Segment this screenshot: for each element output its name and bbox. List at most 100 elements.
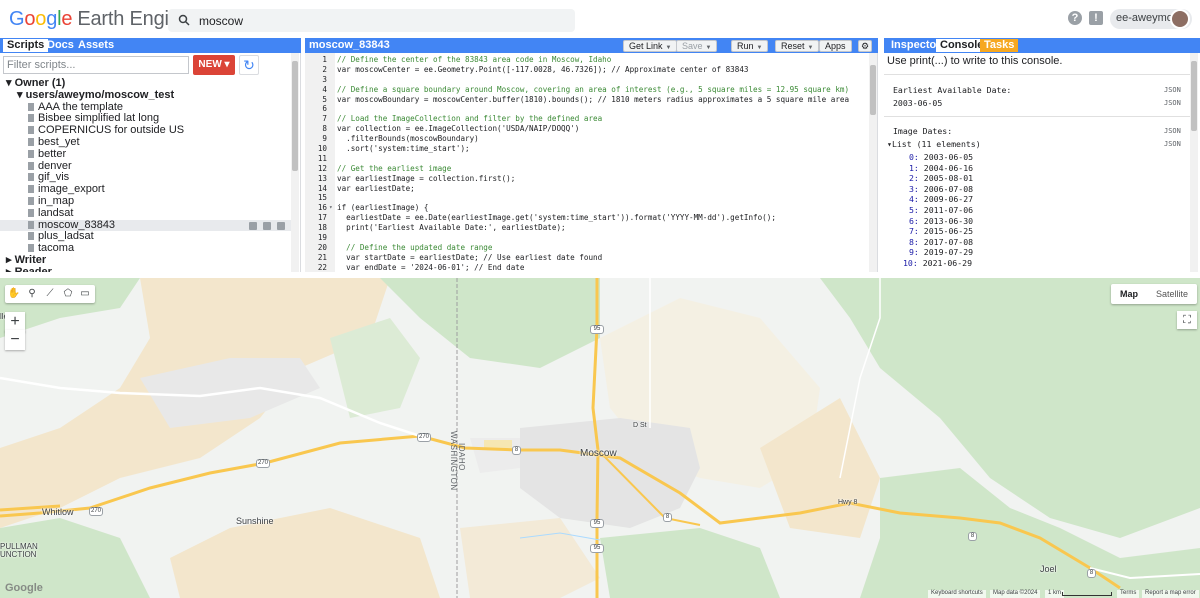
history-icon[interactable] bbox=[249, 221, 257, 230]
code-line[interactable]: 4 // Define a square boundary around Mosc… bbox=[322, 85, 867, 95]
code-line[interactable]: 22 var endDate = '2024-06-01'; // End da… bbox=[318, 263, 867, 272]
code-text: var collection = ee.ImageCollection('USD… bbox=[337, 124, 580, 134]
refresh-icon[interactable]: ↻ bbox=[239, 55, 259, 75]
code-line[interactable]: 18 print('Earliest Available Date:', ear… bbox=[318, 223, 867, 233]
save-label: Save bbox=[682, 41, 703, 51]
filter-scripts-input[interactable]: Filter scripts... bbox=[3, 56, 189, 74]
tree-item-text: plus_ladsat bbox=[38, 230, 94, 243]
code-line[interactable]: 5 var moscowBoundary = moscowCenter.buffe… bbox=[322, 95, 867, 105]
list-date-value: 2009-06-27 bbox=[923, 194, 974, 205]
caret-right-icon[interactable]: ▸ bbox=[6, 266, 15, 272]
code-line[interactable]: 16 ▾ if (earliestImage) { bbox=[318, 203, 867, 213]
marker-icon[interactable]: ⚲ bbox=[25, 287, 39, 301]
caret-down-icon[interactable]: ▾ bbox=[6, 77, 15, 89]
editor-scrollbar[interactable] bbox=[869, 53, 877, 272]
json-toggle[interactable]: JSON bbox=[1164, 99, 1181, 107]
pan-hand-icon[interactable]: ✋ bbox=[7, 287, 21, 301]
code-line[interactable]: 21 var startDate = earliestDate; // Use … bbox=[318, 252, 867, 263]
code-line[interactable]: 6 bbox=[322, 104, 867, 114]
code-editor[interactable]: 1 // Define the center of the 83843 area … bbox=[305, 53, 878, 272]
fullscreen-icon[interactable]: ⛶ bbox=[1177, 311, 1197, 329]
list-date-value: 2013-06-30 bbox=[923, 215, 974, 226]
scrollbar-thumb[interactable] bbox=[292, 61, 298, 171]
rectangle-icon[interactable]: ▭ bbox=[78, 287, 92, 301]
chevron-down-icon[interactable]: ▼ bbox=[706, 45, 712, 51]
code-line[interactable]: 12 // Get the earliest image bbox=[318, 164, 867, 174]
new-button[interactable]: NEW ▾ bbox=[193, 55, 235, 75]
tab-docs[interactable]: Docs bbox=[43, 39, 78, 52]
code-text: print('Earliest Available Date:', earlie… bbox=[337, 223, 566, 233]
map-type-control: Map Satellite bbox=[1111, 284, 1197, 304]
gear-icon[interactable]: ⚙ bbox=[858, 40, 873, 52]
earth-engine-logo[interactable]: Google Earth Engine bbox=[9, 8, 191, 31]
json-toggle[interactable]: JSON bbox=[1164, 86, 1181, 94]
app-header: GoogleEarth Engine ? ! ee-aweymoui bbox=[0, 0, 1200, 38]
save-button[interactable]: Save ▼ bbox=[676, 40, 718, 52]
terms-link[interactable]: Terms bbox=[1117, 590, 1140, 598]
help-icon[interactable]: ? bbox=[1068, 11, 1082, 25]
satellite-button[interactable]: Satellite bbox=[1147, 284, 1197, 304]
caret-right-icon[interactable]: ▸ bbox=[6, 254, 15, 266]
apps-button[interactable]: Apps bbox=[819, 40, 852, 52]
chevron-down-icon[interactable]: ▼ bbox=[666, 45, 672, 51]
code-text: // Define the updated date range bbox=[337, 242, 493, 252]
chevron-down-icon[interactable]: ▼ bbox=[757, 45, 763, 51]
json-toggle[interactable]: JSON bbox=[1164, 140, 1181, 148]
caret-down-icon[interactable]: ▾ bbox=[17, 89, 26, 101]
search-box[interactable] bbox=[168, 9, 575, 32]
code-line[interactable]: 3 bbox=[322, 75, 867, 85]
list-toggle[interactable]: ▾List (11 elements) bbox=[887, 139, 981, 149]
editor-toolbar: moscow_83843 Get Link ▼ Save ▼ Run ▼ Reset ▼… bbox=[305, 38, 878, 53]
polygon-icon[interactable]: ⬠ bbox=[61, 287, 75, 301]
code-line[interactable]: 8 var collection = ee.ImageCollection('US… bbox=[322, 124, 867, 134]
feedback-icon[interactable]: ! bbox=[1089, 11, 1103, 25]
console-scrollbar[interactable] bbox=[1190, 53, 1198, 272]
zoom-out-button[interactable]: − bbox=[5, 330, 25, 350]
route-8-shield: 8 bbox=[968, 532, 977, 541]
get-link-label: Get Link bbox=[629, 41, 663, 51]
get-link-button[interactable]: Get Link ▼ bbox=[623, 40, 678, 52]
run-button[interactable]: Run ▼ bbox=[731, 40, 769, 52]
code-line[interactable]: 17 earliestDate = ee.Date(earliestImage.… bbox=[318, 213, 867, 223]
json-toggle[interactable]: JSON bbox=[1164, 127, 1181, 135]
tree-item-label: ▸ Reader bbox=[6, 266, 52, 272]
tab-assets[interactable]: Assets bbox=[74, 39, 118, 52]
report-error-link[interactable]: Report a map error bbox=[1142, 590, 1199, 598]
keyboard-shortcuts-link[interactable]: Keyboard shortcuts bbox=[928, 590, 986, 598]
chevron-down-icon[interactable]: ▼ bbox=[808, 45, 814, 51]
zoom-in-button[interactable]: + bbox=[5, 312, 25, 332]
code-line[interactable]: 14 var earliestDate; bbox=[318, 184, 867, 194]
fold-icon[interactable]: ▾ bbox=[329, 203, 333, 213]
list-date-value: 2005-08-01 bbox=[923, 173, 974, 184]
code-line[interactable]: 7 // Load the ImageCollection and filter … bbox=[322, 114, 867, 124]
code-line[interactable]: 20 // Define the updated date range bbox=[318, 242, 867, 253]
line-icon[interactable]: ⟋ bbox=[43, 287, 57, 301]
search-input[interactable] bbox=[199, 11, 559, 30]
tree-item-text: best_yet bbox=[38, 135, 80, 148]
delete-icon[interactable] bbox=[277, 221, 285, 230]
editor-scrollbar-thumb[interactable] bbox=[870, 65, 876, 115]
date-list-item: 1: 2004-06-16 bbox=[909, 163, 973, 173]
code-line[interactable]: 19 bbox=[318, 233, 867, 243]
tab-scripts[interactable]: Scripts bbox=[3, 39, 49, 52]
map-canvas[interactable]: Moscow Whitlow Sunshine PULLMAN UNCTION … bbox=[0, 278, 1200, 598]
tab-tasks[interactable]: Tasks bbox=[980, 39, 1019, 52]
reset-button[interactable]: Reset ▼ bbox=[775, 40, 820, 52]
code-line[interactable]: 13 var earliestImage = collection.first()… bbox=[318, 174, 867, 184]
code-area[interactable]: 1 // Define the center of the 83843 area … bbox=[318, 55, 867, 272]
scrollbar[interactable] bbox=[291, 53, 299, 272]
code-line[interactable]: 15 bbox=[318, 193, 867, 203]
rename-icon[interactable] bbox=[263, 221, 271, 230]
code-line[interactable]: 10 .sort('system:time_start'); bbox=[318, 144, 867, 154]
tree-group-item[interactable]: ▸ Reader bbox=[0, 266, 292, 272]
code-line[interactable]: 11 bbox=[318, 154, 867, 164]
editor-script-title: moscow_83843 bbox=[309, 39, 390, 51]
code-line[interactable]: 2 var moscowCenter = ee.Geometry.Point([-… bbox=[322, 65, 867, 75]
image-dates-label: Image Dates: bbox=[893, 126, 953, 136]
code-line[interactable]: 1 // Define the center of the 83843 area … bbox=[322, 55, 867, 65]
code-text: var startDate = earliestDate; // Use ear… bbox=[337, 252, 603, 262]
avatar[interactable] bbox=[1170, 9, 1190, 29]
map-button[interactable]: Map bbox=[1111, 284, 1147, 304]
console-scrollbar-thumb[interactable] bbox=[1191, 61, 1197, 131]
code-line[interactable]: 9 .filterBounds(moscowBoundary) bbox=[322, 134, 867, 144]
